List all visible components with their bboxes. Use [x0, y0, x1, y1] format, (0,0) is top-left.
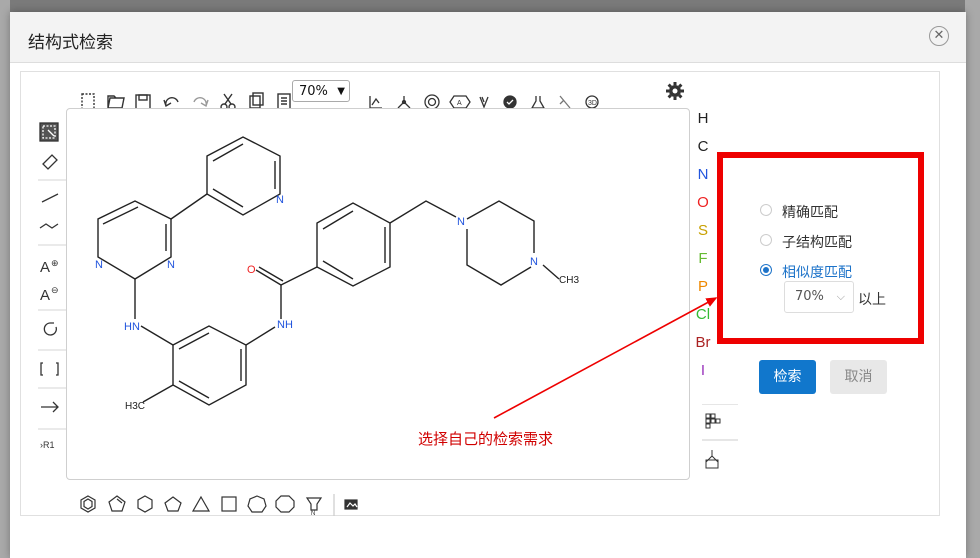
atom-label-n-pyrimidine-2: N: [167, 259, 175, 271]
search-option-label: 精确匹配: [782, 205, 838, 221]
svg-text:›R1: ›R1: [40, 440, 55, 450]
cyclopropane-template-icon[interactable]: [191, 495, 211, 512]
image-template-icon[interactable]: [344, 499, 358, 510]
atom-button-s[interactable]: S: [690, 222, 716, 239]
open-folder-icon[interactable]: [107, 95, 125, 109]
annotation-text: 选择自己的检索需求: [418, 430, 554, 448]
cancel-button[interactable]: 取消: [830, 360, 887, 394]
atom-label-ch3-methyl: CH3: [559, 275, 579, 286]
cyclohexane-template-icon[interactable]: [137, 495, 153, 513]
background-page-left: [0, 0, 10, 558]
undo-icon[interactable]: [163, 96, 179, 108]
cyclopentadiene-template-icon[interactable]: [108, 495, 126, 512]
background-page-right: [965, 0, 980, 558]
atom-button-n[interactable]: N: [690, 166, 716, 183]
cyclooctane-template-icon[interactable]: [275, 495, 295, 513]
custom-template-icon[interactable]: N: [305, 497, 323, 516]
charge-plus-icon[interactable]: A ⊕: [40, 258, 59, 276]
selection-tool-icon[interactable]: [39, 122, 59, 142]
svg-text:3D: 3D: [588, 100, 597, 107]
atom-button-f[interactable]: F: [690, 250, 716, 267]
zoom-value: 70%: [299, 84, 328, 99]
chevron-down-icon: ⌵: [836, 290, 845, 303]
cyclopentane-template-icon[interactable]: [164, 496, 182, 512]
svg-text:A: A: [40, 287, 50, 304]
atom-button-p[interactable]: P: [690, 278, 716, 295]
periodic-table-icon[interactable]: [705, 413, 721, 429]
dialog-title: 结构式检索: [28, 33, 113, 53]
calculate-icon[interactable]: [479, 96, 489, 109]
radio-unchecked-icon[interactable]: [760, 204, 772, 216]
bracket-icon[interactable]: [40, 362, 59, 376]
search-button[interactable]: 检索: [759, 360, 816, 394]
svg-text:⊕: ⊕: [51, 258, 59, 268]
right-tools: [702, 404, 738, 469]
atom-button-cl[interactable]: Cl: [690, 306, 716, 323]
check-icon[interactable]: [503, 95, 517, 109]
atom-label-n-pyrimidine-1: N: [95, 259, 103, 271]
above-label: 以上: [858, 292, 886, 308]
atom-label-nh-amine: HN: [124, 321, 140, 333]
stereo-icon[interactable]: [559, 95, 571, 109]
search-option-label: 相似度匹配: [782, 265, 852, 281]
template-bar: N: [80, 494, 358, 516]
cyclobutane-template-icon[interactable]: [221, 496, 237, 512]
clean-icon[interactable]: [397, 96, 411, 109]
atom-button-c[interactable]: C: [690, 138, 716, 155]
zoom-select[interactable]: 70% ▼: [292, 80, 350, 102]
benzene-template-icon[interactable]: [80, 495, 96, 513]
analyse-icon[interactable]: [530, 96, 546, 109]
atom-button-i[interactable]: I: [690, 362, 716, 379]
atom-label-o-carbonyl: O: [247, 264, 256, 276]
aromatize-icon[interactable]: [424, 94, 440, 110]
save-icon[interactable]: [135, 94, 151, 110]
gear-icon[interactable]: [664, 80, 686, 102]
single-bond-icon[interactable]: [41, 193, 59, 203]
rotate-icon[interactable]: [43, 322, 57, 336]
3d-view-icon[interactable]: 3D: [585, 95, 599, 109]
atom-label-n-pyridine: N: [276, 194, 284, 206]
radio-unchecked-icon[interactable]: [760, 234, 772, 246]
atom-button-o[interactable]: O: [690, 194, 716, 211]
chain-icon[interactable]: [39, 223, 59, 229]
layout-icon[interactable]: [369, 96, 382, 109]
svg-text:A: A: [457, 100, 462, 107]
drawing-canvas[interactable]: N N N HN NH N N O H3C CH3: [66, 108, 690, 480]
dearomatize-icon[interactable]: A: [449, 95, 471, 109]
atom-label-n-piperazine-1: N: [457, 216, 465, 228]
similarity-threshold-select[interactable]: 70% ⌵: [784, 281, 854, 313]
redo-icon[interactable]: [193, 96, 209, 108]
similarity-value: 70%: [795, 289, 824, 304]
new-document-icon[interactable]: [81, 93, 95, 110]
r-group-icon[interactable]: ›R1: [40, 440, 55, 450]
radio-checked-icon[interactable]: [760, 264, 772, 276]
paste-icon[interactable]: [277, 93, 291, 110]
cycloheptane-template-icon[interactable]: [247, 495, 267, 513]
molecule-structure: N N N HN NH N N O H3C CH3: [95, 136, 579, 412]
eraser-icon[interactable]: [42, 154, 58, 170]
close-icon[interactable]: ✕: [929, 26, 949, 46]
svg-text:A: A: [40, 259, 50, 276]
atom-label-h3c-methyl: H3C: [125, 401, 145, 412]
atom-button-h[interactable]: H: [690, 110, 716, 127]
atom-label-n-piperazine-2: N: [530, 256, 538, 268]
search-option-label: 子结构匹配: [782, 235, 852, 251]
abs-stereo-icon[interactable]: [705, 450, 719, 469]
svg-text:⊖: ⊖: [51, 285, 59, 295]
copy-icon[interactable]: [249, 92, 264, 109]
charge-minus-icon[interactable]: A ⊖: [40, 285, 59, 304]
dialog-header: 结构式检索 ✕: [10, 12, 966, 63]
reaction-arrow-icon[interactable]: [41, 401, 59, 413]
chevron-down-icon: ▼: [337, 86, 345, 97]
atom-label-nh-amide: NH: [277, 319, 293, 331]
atom-button-br[interactable]: Br: [690, 334, 716, 351]
svg-text:N: N: [311, 511, 315, 516]
